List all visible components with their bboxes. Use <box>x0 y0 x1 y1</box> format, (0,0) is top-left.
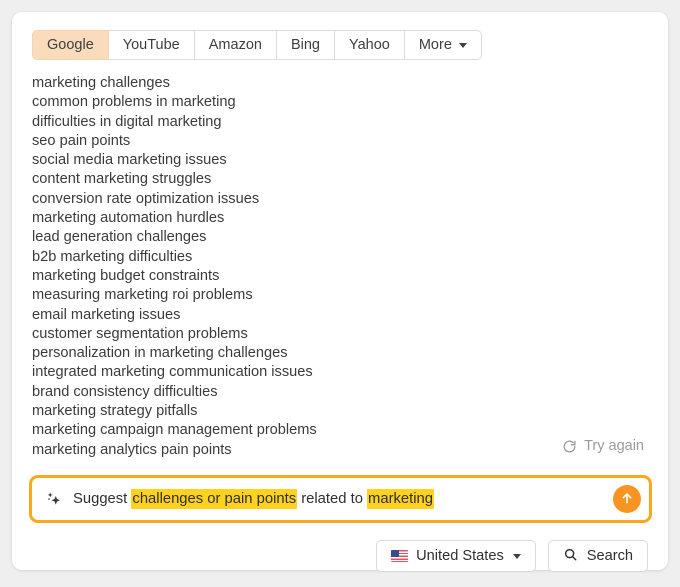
country-selector[interactable]: United States <box>376 540 536 572</box>
prompt-input[interactable]: Suggest challenges or pain points relate… <box>73 489 613 509</box>
us-flag-icon <box>391 550 409 562</box>
suggestion-item[interactable]: common problems in marketing <box>32 93 592 112</box>
sparkle-icon <box>45 490 64 509</box>
suggestion-item[interactable]: lead generation challenges <box>32 228 592 247</box>
tab-google[interactable]: Google <box>32 30 109 60</box>
search-icon <box>563 547 578 566</box>
tab-amazon[interactable]: Amazon <box>194 30 277 60</box>
suggestion-item[interactable]: marketing budget constraints <box>32 267 592 286</box>
prompt-highlight: challenges or pain points <box>131 489 298 509</box>
app-root: Google YouTube Amazon Bing Yahoo More marketi… <box>0 0 680 587</box>
suggestion-item[interactable]: measuring marketing roi problems <box>32 286 592 305</box>
tab-more[interactable]: More <box>404 30 482 60</box>
prompt-text-segment: Suggest <box>73 491 132 507</box>
tab-youtube[interactable]: YouTube <box>108 30 195 60</box>
prompt-highlight: marketing <box>367 489 435 509</box>
suggestion-item[interactable]: customer segmentation problems <box>32 325 592 344</box>
bottom-toolbar: United States Search <box>376 540 648 572</box>
search-label: Search <box>586 548 633 564</box>
suggestion-item[interactable]: conversion rate optimization issues <box>32 190 592 209</box>
tab-label: Bing <box>290 37 320 53</box>
suggestion-item[interactable]: seo pain points <box>32 132 592 151</box>
suggestion-item[interactable]: personalization in marketing challenges <box>32 344 592 363</box>
send-prompt-button[interactable] <box>613 485 641 513</box>
suggestion-item[interactable]: brand consistency difficulties <box>32 383 592 402</box>
chevron-down-icon <box>458 42 467 48</box>
try-again-label: Try again <box>584 438 644 454</box>
suggestion-item[interactable]: marketing challenges <box>32 74 592 93</box>
country-label: United States <box>416 548 504 564</box>
tab-label: Amazon <box>208 37 262 53</box>
chevron-down-icon <box>512 553 521 559</box>
suggestion-item[interactable]: marketing strategy pitfalls <box>32 402 592 421</box>
tab-label: More <box>418 37 452 53</box>
suggestion-item[interactable]: b2b marketing difficulties <box>32 248 592 267</box>
suggestion-item[interactable]: marketing campaign management problems <box>32 421 592 440</box>
suggestion-item[interactable]: marketing automation hurdles <box>32 209 592 228</box>
suggestions-list: marketing challenges common problems in m… <box>32 74 592 460</box>
suggestion-item[interactable]: content marketing struggles <box>32 170 592 189</box>
tab-label: Google <box>47 37 94 53</box>
suggestions-card: Google YouTube Amazon Bing Yahoo More marketi… <box>12 12 668 572</box>
arrow-up-icon <box>619 490 635 509</box>
prompt-text-segment: related to <box>297 491 368 507</box>
source-tabs: Google YouTube Amazon Bing Yahoo More <box>32 30 482 60</box>
tab-label: Yahoo <box>348 37 390 53</box>
search-button[interactable]: Search <box>547 540 648 572</box>
refresh-icon <box>562 439 577 454</box>
suggestion-item[interactable]: difficulties in digital marketing <box>32 113 592 132</box>
tab-label: YouTube <box>122 37 180 53</box>
suggestion-item[interactable]: email marketing issues <box>32 306 592 325</box>
suggestion-item[interactable]: social media marketing issues <box>32 151 592 170</box>
ai-prompt-bar[interactable]: Suggest challenges or pain points relate… <box>29 475 652 523</box>
try-again-button[interactable]: Try again <box>562 438 644 454</box>
suggestion-item[interactable]: marketing analytics pain points <box>32 441 592 460</box>
suggestion-item[interactable]: integrated marketing communication issue… <box>32 363 592 382</box>
tab-yahoo[interactable]: Yahoo <box>334 30 405 60</box>
tab-bing[interactable]: Bing <box>276 30 335 60</box>
